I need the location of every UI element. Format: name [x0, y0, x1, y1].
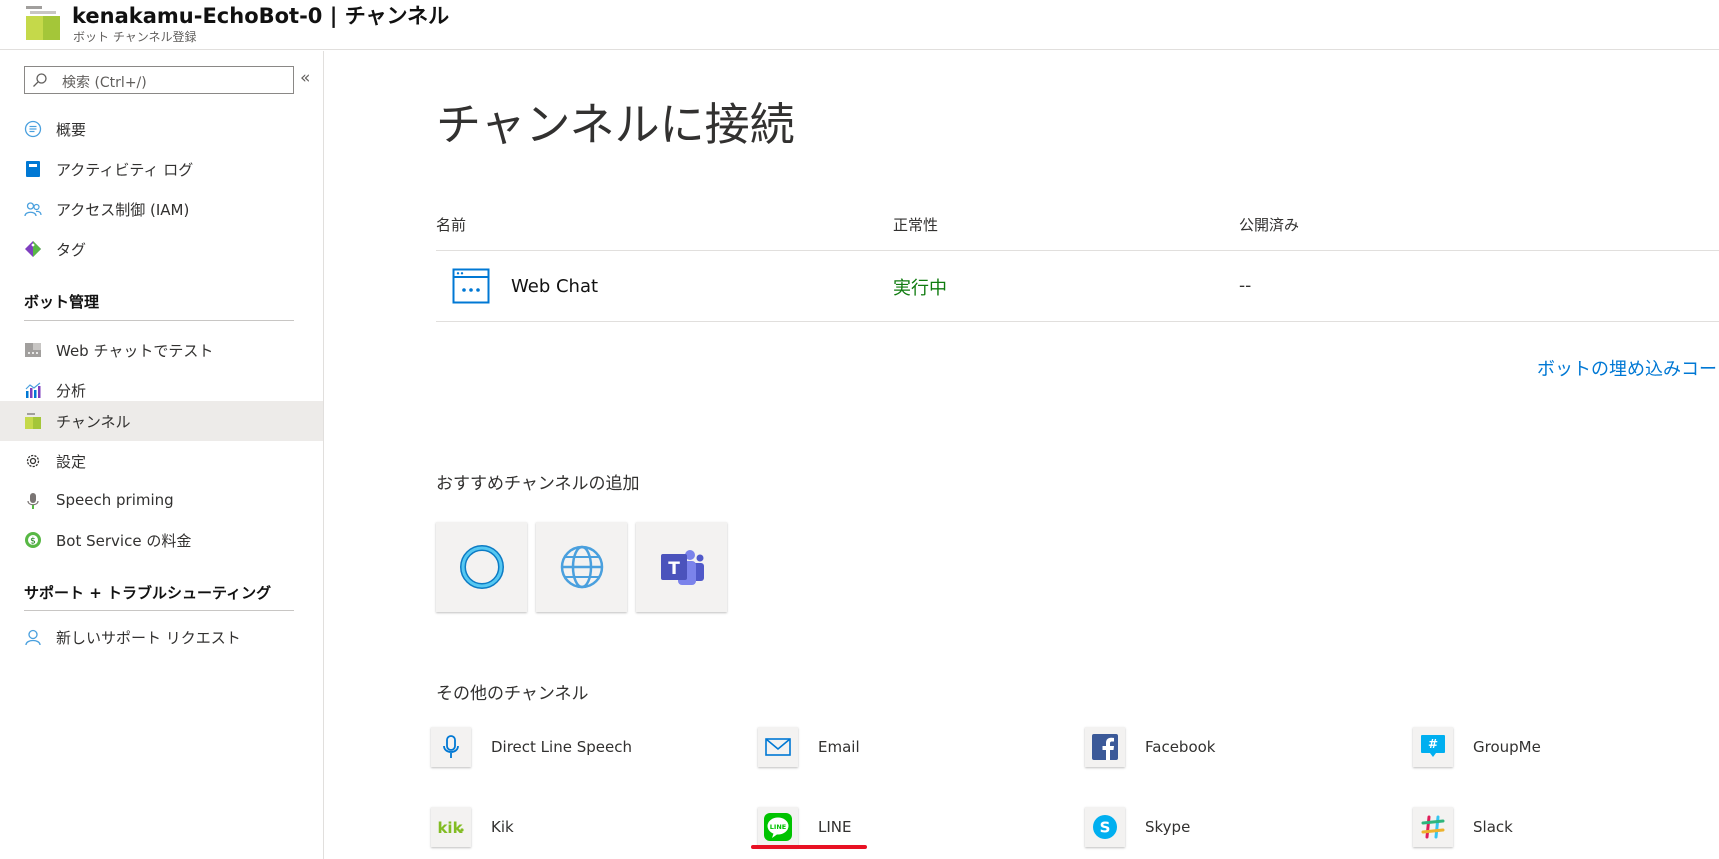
sidebar-item-settings[interactable]: 設定	[0, 441, 323, 481]
sidebar-item-label: Web チャットでテスト	[56, 342, 214, 360]
skype-icon: S	[1093, 815, 1117, 839]
sidebar-item-label: タグ	[56, 241, 87, 259]
channel-icon-box	[1413, 807, 1453, 847]
teams-icon: T	[661, 550, 704, 585]
section-divider	[24, 320, 294, 321]
svg-text:$: $	[30, 537, 36, 547]
channel-icon-box: LINE	[758, 807, 798, 847]
channel-icon-box	[1085, 727, 1125, 767]
channel-icon-box: kik	[431, 807, 471, 847]
sidebar-item-speech-priming[interactable]: Speech priming	[0, 481, 323, 521]
sidebar-item-label: アクティビティ ログ	[56, 161, 194, 179]
sidebar-item-channels[interactable]: チャンネル	[0, 401, 323, 441]
svg-text:#: #	[1428, 737, 1438, 751]
sidebar-item-webchat-test[interactable]: Web チャットでテスト	[0, 330, 323, 370]
sidebar: 検索 (Ctrl+/) « 概要 アクティビティ ログ アクセス制御 (IAM)	[0, 51, 324, 859]
sidebar-item-activity-log[interactable]: アクティビティ ログ	[0, 149, 323, 189]
channel-label: Kik	[491, 818, 514, 836]
cortana-icon	[460, 545, 504, 589]
svg-text:kik: kik	[437, 819, 463, 837]
facebook-icon	[1092, 734, 1118, 760]
blade-header: kenakamu-EchoBot-0 | チャンネル ボット チャンネル登録	[0, 0, 1719, 50]
svg-text:LINE: LINE	[770, 823, 786, 831]
slack-icon	[1421, 815, 1445, 839]
featured-channels-heading: おすすめチャンネルの追加	[436, 474, 640, 494]
web-globe-icon	[560, 545, 604, 589]
section-heading-bot-management: ボット管理	[24, 293, 100, 311]
direct-line-speech-icon	[443, 735, 459, 758]
section-divider	[24, 610, 294, 611]
iam-icon	[24, 202, 42, 217]
search-placeholder: 検索 (Ctrl+/)	[62, 75, 147, 91]
svg-text:T: T	[668, 559, 680, 579]
main-heading: チャンネルに接続	[436, 98, 795, 151]
channel-label: Skype	[1145, 818, 1191, 836]
channel-row-published: --	[1239, 276, 1252, 296]
channel-icon-box	[758, 727, 798, 767]
sidebar-item-tags[interactable]: タグ	[0, 229, 323, 269]
sidebar-item-label: アクセス制御 (IAM)	[56, 201, 190, 219]
channel-icon-box: #	[1413, 727, 1453, 767]
sidebar-item-label: 新しいサポート リクエスト	[56, 629, 241, 647]
column-header-name: 名前	[436, 216, 467, 234]
sidebar-item-label: チャンネル	[56, 413, 131, 431]
channel-label: Slack	[1473, 818, 1513, 836]
column-header-health: 正常性	[893, 216, 939, 234]
featured-channel-cortana[interactable]	[436, 522, 527, 612]
channel-icon-box	[431, 727, 471, 767]
sidebar-item-new-support-request[interactable]: 新しいサポート リクエスト	[0, 617, 323, 657]
kik-icon: kik	[437, 819, 464, 837]
channel-label: Direct Line Speech	[491, 738, 632, 756]
support-request-icon	[25, 629, 41, 646]
line-icon: LINE	[764, 813, 792, 841]
collapse-sidebar-icon[interactable]: «	[300, 68, 310, 88]
search-input[interactable]: 検索 (Ctrl+/)	[24, 66, 294, 94]
sidebar-item-iam[interactable]: アクセス制御 (IAM)	[0, 189, 323, 229]
page-title: kenakamu-EchoBot-0 | チャンネル	[72, 4, 450, 28]
table-divider	[436, 250, 1719, 251]
featured-channel-web[interactable]	[536, 522, 627, 612]
webchat-test-icon	[25, 343, 41, 357]
email-icon	[765, 738, 791, 756]
table-divider	[436, 321, 1719, 322]
sidebar-item-label: Bot Service の料金	[56, 532, 192, 550]
settings-gear-icon	[26, 454, 40, 468]
overview-icon	[24, 120, 42, 138]
search-icon	[33, 73, 47, 87]
channel-label: Facebook	[1145, 738, 1216, 756]
channel-row-health: 実行中	[893, 278, 947, 299]
column-header-published: 公開済み	[1239, 216, 1300, 234]
other-channels-heading: その他のチャンネル	[436, 684, 589, 704]
sidebar-item-label: 分析	[56, 382, 87, 400]
featured-channel-teams[interactable]: T	[636, 522, 727, 612]
activity-log-icon	[26, 161, 40, 177]
sidebar-item-label: 概要	[56, 121, 87, 139]
pricing-icon: $	[25, 532, 41, 548]
svg-text:S: S	[1100, 819, 1111, 837]
embed-code-link[interactable]: ボットの埋め込みコード	[1537, 355, 1719, 381]
tag-icon	[25, 241, 41, 257]
sidebar-item-label: 設定	[56, 453, 87, 471]
webchat-channel-icon	[452, 268, 490, 304]
bot-channels-icon	[26, 6, 60, 40]
channel-label: GroupMe	[1473, 738, 1541, 756]
channel-label: Email	[818, 738, 860, 756]
speech-priming-icon	[27, 493, 39, 509]
sidebar-item-label: Speech priming	[56, 491, 174, 509]
channels-icon	[25, 413, 41, 429]
channel-label: LINE	[818, 818, 852, 836]
sidebar-item-overview[interactable]: 概要	[0, 109, 323, 149]
channel-icon-box: S	[1085, 807, 1125, 847]
line-highlight-underline	[751, 845, 867, 849]
analytics-icon	[25, 382, 41, 398]
section-heading-support: サポート + トラブルシューティング	[24, 584, 272, 602]
page-subtitle: ボット チャンネル登録	[73, 30, 197, 44]
channel-row-name[interactable]: Web Chat	[511, 276, 598, 297]
groupme-icon: #	[1421, 735, 1445, 757]
sidebar-item-pricing[interactable]: $ Bot Service の料金	[0, 520, 323, 560]
